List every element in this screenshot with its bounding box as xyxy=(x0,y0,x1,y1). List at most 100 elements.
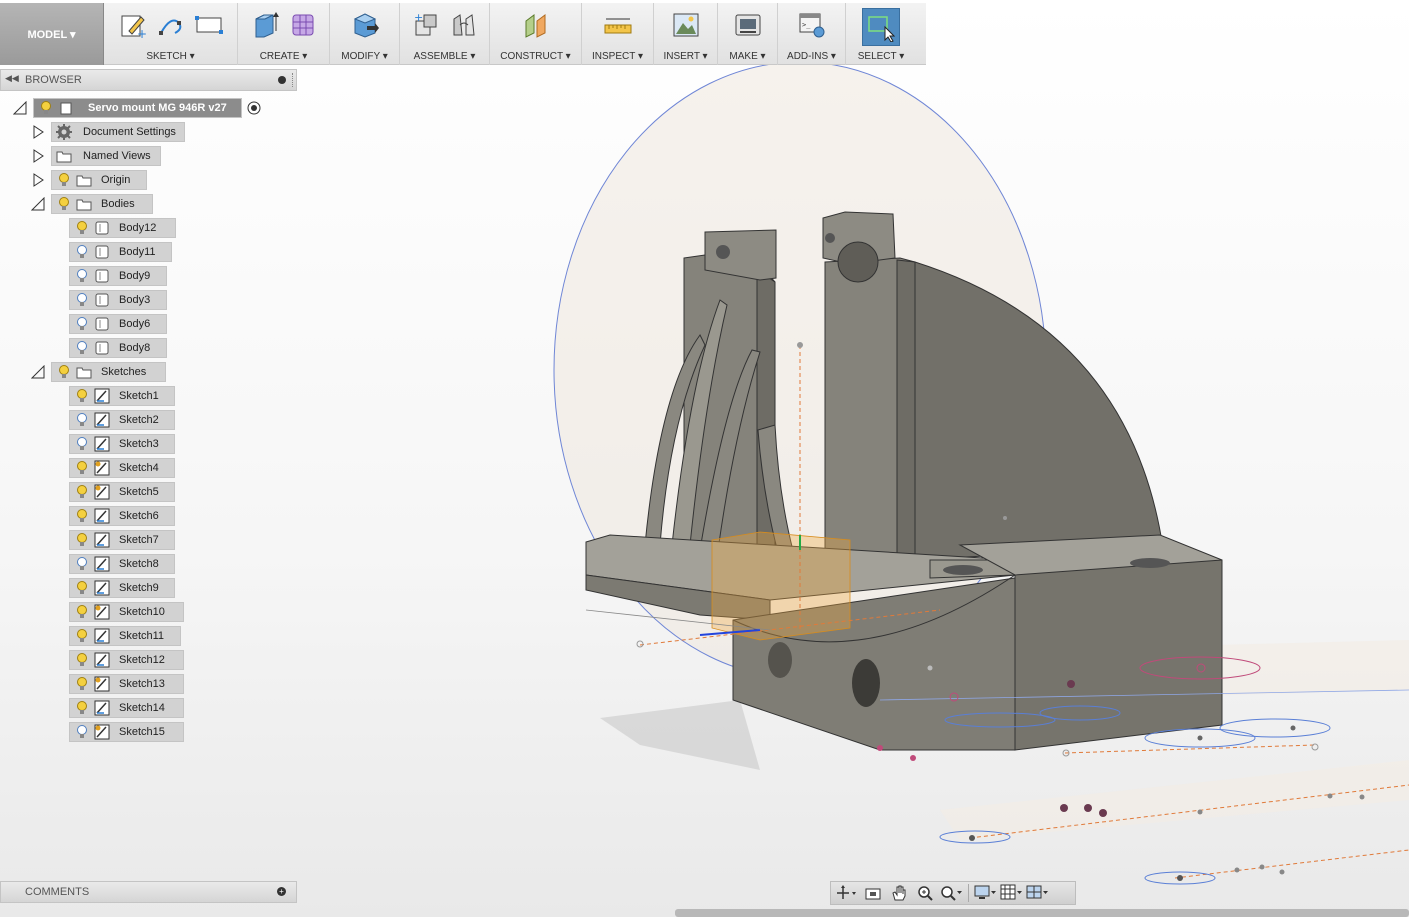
scripts-icon[interactable]: >_ xyxy=(796,9,828,41)
zoom-icon[interactable] xyxy=(913,883,937,903)
lightbulb-icon[interactable] xyxy=(74,676,90,692)
lightbulb-icon[interactable] xyxy=(74,700,90,716)
lightbulb-icon[interactable] xyxy=(56,196,72,212)
lightbulb-off-icon[interactable] xyxy=(74,436,90,452)
named-views-node[interactable]: Named Views xyxy=(51,146,161,166)
grid-settings-icon[interactable] xyxy=(1000,883,1024,903)
add-comment-icon[interactable]: + xyxy=(277,887,286,896)
select-icon[interactable] xyxy=(862,8,900,46)
sketch-item[interactable]: Sketch8 xyxy=(69,554,175,574)
sketch-item[interactable]: Sketch12 xyxy=(69,650,184,670)
activate-radio-icon[interactable] xyxy=(247,101,261,115)
collapse-triangle-icon[interactable] xyxy=(31,197,45,211)
lightbulb-icon[interactable] xyxy=(74,604,90,620)
press-pull-icon[interactable] xyxy=(349,9,381,41)
body-item[interactable]: Body6 xyxy=(69,314,167,334)
pin-icon[interactable] xyxy=(278,76,286,84)
root-component[interactable]: Servo mount MG 946R v27 xyxy=(33,98,242,118)
body-item[interactable]: Body11 xyxy=(69,242,172,262)
lightbulb-icon[interactable] xyxy=(38,100,54,116)
fit-icon[interactable] xyxy=(939,883,963,903)
lightbulb-off-icon[interactable] xyxy=(74,340,90,356)
canvas-viewport[interactable] xyxy=(0,0,1409,917)
inspect-menu[interactable]: INSPECT ▾ xyxy=(582,51,653,62)
insert-image-icon[interactable] xyxy=(670,9,702,41)
lightbulb-icon[interactable] xyxy=(74,220,90,236)
assemble-menu[interactable]: ASSEMBLE ▾ xyxy=(400,51,489,62)
lightbulb-icon[interactable] xyxy=(74,484,90,500)
body-item[interactable]: Body12 xyxy=(69,218,176,238)
lightbulb-icon[interactable] xyxy=(74,388,90,404)
body-item[interactable]: Body8 xyxy=(69,338,167,358)
lightbulb-icon[interactable] xyxy=(56,172,72,188)
sketch-item[interactable]: Sketch10 xyxy=(69,602,184,622)
sketch-item[interactable]: Sketch5 xyxy=(69,482,175,502)
extrude-icon[interactable] xyxy=(249,9,281,41)
sketches-folder-node[interactable]: Sketches xyxy=(51,362,166,382)
expand-triangle-icon[interactable] xyxy=(31,173,45,187)
sketch-menu[interactable]: SKETCH ▾ xyxy=(104,51,237,62)
look-at-icon[interactable] xyxy=(861,883,885,903)
sketch-item[interactable]: Sketch6 xyxy=(69,506,175,526)
panel-grip[interactable] xyxy=(292,73,294,87)
lightbulb-off-icon[interactable] xyxy=(74,292,90,308)
rectangle-icon[interactable] xyxy=(193,9,225,41)
insert-menu[interactable]: INSERT ▾ xyxy=(654,51,717,62)
construct-menu[interactable]: CONSTRUCT ▾ xyxy=(490,51,581,62)
horizontal-scrollbar[interactable] xyxy=(675,909,1409,917)
lightbulb-off-icon[interactable] xyxy=(74,724,90,740)
lightbulb-icon[interactable] xyxy=(74,508,90,524)
sketch-item[interactable]: Sketch15 xyxy=(69,722,184,742)
comments-panel-header[interactable]: COMMENTS + xyxy=(0,881,297,903)
lightbulb-off-icon[interactable] xyxy=(74,556,90,572)
lightbulb-off-icon[interactable] xyxy=(74,412,90,428)
lightbulb-icon[interactable] xyxy=(74,652,90,668)
collapse-triangle-icon[interactable] xyxy=(13,101,27,115)
body-item[interactable]: Body9 xyxy=(69,266,167,286)
create-sketch-icon[interactable]: + xyxy=(117,9,149,41)
sketch-item[interactable]: Sketch13 xyxy=(69,674,184,694)
orbit-icon[interactable] xyxy=(835,883,859,903)
measure-icon[interactable] xyxy=(602,9,634,41)
origin-node[interactable]: Origin xyxy=(51,170,147,190)
sketch-item[interactable]: Sketch7 xyxy=(69,530,175,550)
select-menu[interactable]: SELECT ▾ xyxy=(846,51,916,62)
lightbulb-off-icon[interactable] xyxy=(74,268,90,284)
lightbulb-icon[interactable] xyxy=(74,580,90,596)
sketch-item[interactable]: Sketch4 xyxy=(69,458,175,478)
sketch-item[interactable]: Sketch1 xyxy=(69,386,175,406)
display-settings-icon[interactable] xyxy=(974,883,998,903)
lightbulb-off-icon[interactable] xyxy=(74,244,90,260)
lightbulb-icon[interactable] xyxy=(56,364,72,380)
viewports-icon[interactable] xyxy=(1026,883,1050,903)
sketch-item[interactable]: Sketch2 xyxy=(69,410,175,430)
add-ins-menu[interactable]: ADD-INS ▾ xyxy=(778,51,845,62)
sketch-item[interactable]: Sketch11 xyxy=(69,626,181,646)
offset-plane-icon[interactable] xyxy=(520,9,552,41)
new-component-icon[interactable]: + xyxy=(410,9,442,41)
sketch-item[interactable]: Sketch14 xyxy=(69,698,184,718)
joint-icon[interactable] xyxy=(448,9,480,41)
expand-triangle-icon[interactable] xyxy=(31,125,45,139)
create-menu[interactable]: CREATE ▾ xyxy=(238,51,329,62)
sketch-item[interactable]: Sketch3 xyxy=(69,434,175,454)
lightbulb-icon[interactable] xyxy=(74,460,90,476)
bodies-folder-node[interactable]: Bodies xyxy=(51,194,153,214)
lightbulb-off-icon[interactable] xyxy=(74,316,90,332)
sketch-item[interactable]: Sketch9 xyxy=(69,578,175,598)
make-menu[interactable]: MAKE ▾ xyxy=(718,51,777,62)
modify-menu[interactable]: MODIFY ▾ xyxy=(330,51,399,62)
collapse-triangle-icon[interactable] xyxy=(31,365,45,379)
form-icon[interactable] xyxy=(287,9,319,41)
body-item[interactable]: Body3 xyxy=(69,290,167,310)
3d-print-icon[interactable] xyxy=(732,9,764,41)
lightbulb-icon[interactable] xyxy=(74,532,90,548)
workspace-switcher[interactable]: MODEL ▾ xyxy=(0,3,104,65)
collapse-panel-icon[interactable]: ◀◀ xyxy=(5,73,19,84)
lightbulb-icon[interactable] xyxy=(74,628,90,644)
document-settings-node[interactable]: Document Settings xyxy=(51,122,185,142)
spline-icon[interactable] xyxy=(155,9,187,41)
body-icon xyxy=(94,244,110,260)
expand-triangle-icon[interactable] xyxy=(31,149,45,163)
pan-hand-icon[interactable] xyxy=(887,883,911,903)
